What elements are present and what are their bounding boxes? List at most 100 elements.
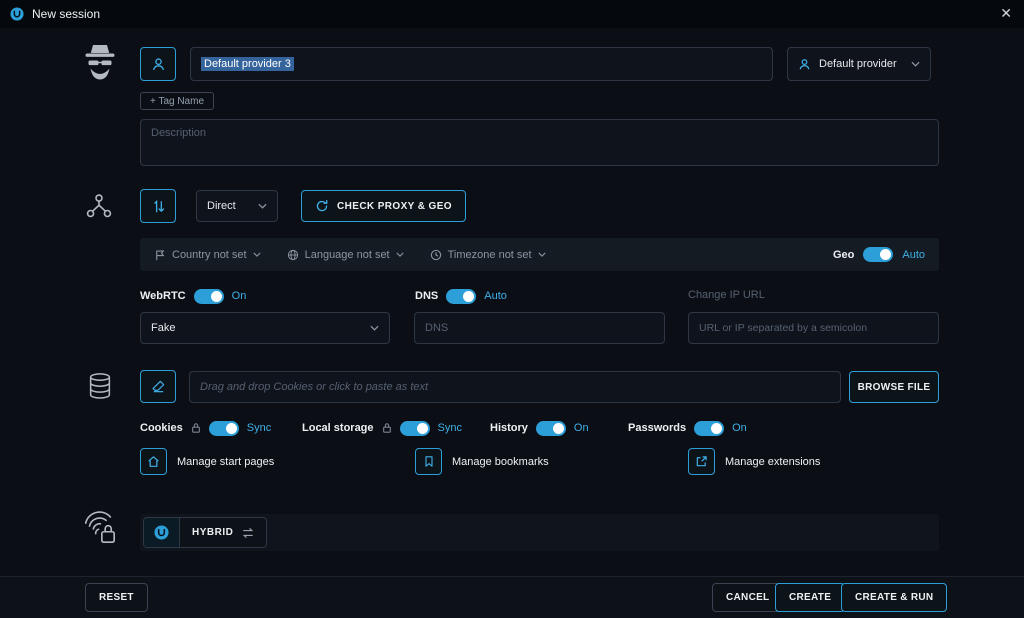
clock-icon bbox=[430, 249, 442, 261]
change-ip-input[interactable] bbox=[688, 312, 939, 344]
session-name-value: Default provider 3 bbox=[201, 57, 294, 71]
dns-toggle-group: DNS Auto bbox=[415, 288, 507, 304]
timezone-select-label: Timezone not set bbox=[448, 249, 532, 261]
cookies-paste-button[interactable] bbox=[140, 370, 176, 403]
dns-input-field[interactable] bbox=[425, 322, 654, 334]
profile-avatar-button[interactable] bbox=[140, 47, 176, 81]
person-icon bbox=[151, 57, 166, 72]
local-storage-toggle-group: Local storage Sync bbox=[302, 420, 462, 436]
lock-icon bbox=[382, 422, 392, 434]
cookies-drop-input[interactable] bbox=[189, 371, 841, 403]
fingerprint-mode-button[interactable]: HYBRID bbox=[143, 517, 267, 548]
flag-icon bbox=[154, 249, 166, 261]
passwords-toggle-group: Passwords On bbox=[628, 420, 747, 436]
reset-label: RESET bbox=[99, 592, 134, 603]
cookies-toggle[interactable] bbox=[209, 421, 239, 436]
proxy-section-icon bbox=[84, 191, 114, 226]
app-logo-icon bbox=[10, 7, 24, 21]
fingerprint-section-icon bbox=[80, 508, 118, 551]
cookies-label: Cookies bbox=[140, 422, 183, 434]
geo-state: Auto bbox=[902, 249, 925, 261]
webrtc-toggle[interactable] bbox=[194, 289, 224, 304]
language-globe-icon bbox=[287, 249, 299, 261]
person-icon bbox=[798, 58, 811, 71]
check-proxy-button[interactable]: CHECK PROXY & GEO bbox=[301, 190, 466, 222]
reset-button[interactable]: RESET bbox=[85, 583, 148, 612]
change-ip-label: Change IP URL bbox=[688, 289, 765, 301]
titlebar: New session ✕ bbox=[0, 0, 1024, 28]
create-run-button[interactable]: CREATE & RUN bbox=[841, 583, 947, 612]
session-name-input[interactable]: Default provider 3 bbox=[190, 47, 773, 81]
add-tag-button[interactable]: + Tag Name bbox=[140, 92, 214, 110]
dialog-footer: RESET CANCEL CREATE CREATE & RUN bbox=[0, 576, 1024, 618]
dns-input[interactable] bbox=[414, 312, 665, 344]
home-icon bbox=[140, 448, 167, 475]
manage-extensions-button[interactable]: Manage extensions bbox=[688, 448, 820, 475]
cookies-state: Sync bbox=[247, 422, 271, 434]
country-select[interactable]: Country not set bbox=[154, 249, 261, 261]
passwords-state: On bbox=[732, 422, 747, 434]
manage-extensions-label: Manage extensions bbox=[725, 456, 820, 468]
add-tag-label: + Tag Name bbox=[150, 96, 204, 107]
lock-icon bbox=[191, 422, 201, 434]
description-textarea[interactable] bbox=[140, 119, 939, 166]
extensions-icon bbox=[688, 448, 715, 475]
chevron-down-icon bbox=[258, 203, 267, 209]
proxy-icon bbox=[151, 199, 166, 214]
cookies-drop-field[interactable] bbox=[200, 381, 830, 393]
dns-state: Auto bbox=[484, 290, 507, 302]
close-icon[interactable]: ✕ bbox=[996, 4, 1016, 22]
chevron-down-icon bbox=[538, 252, 546, 257]
change-ip-input-field[interactable] bbox=[699, 322, 928, 334]
dns-toggle[interactable] bbox=[446, 289, 476, 304]
chevron-down-icon bbox=[396, 252, 404, 257]
create-button[interactable]: CREATE bbox=[775, 583, 845, 612]
history-label: History bbox=[490, 422, 528, 434]
refresh-icon bbox=[315, 199, 329, 213]
manage-start-pages-button[interactable]: Manage start pages bbox=[140, 448, 274, 475]
proxy-mode-label: Direct bbox=[207, 200, 236, 212]
swap-icon bbox=[241, 527, 266, 539]
passwords-label: Passwords bbox=[628, 422, 686, 434]
cookies-toggle-group: Cookies Sync bbox=[140, 420, 271, 436]
browse-file-label: BROWSE FILE bbox=[858, 382, 931, 393]
manage-bookmarks-label: Manage bookmarks bbox=[452, 456, 549, 468]
webrtc-mode-label: Fake bbox=[151, 322, 175, 334]
description-input[interactable] bbox=[151, 127, 928, 159]
timezone-select[interactable]: Timezone not set bbox=[430, 249, 546, 261]
bookmark-icon bbox=[415, 448, 442, 475]
chevron-down-icon bbox=[253, 252, 261, 257]
chevron-down-icon bbox=[911, 61, 920, 67]
provider-select[interactable]: Default provider bbox=[787, 47, 931, 81]
manage-bookmarks-button[interactable]: Manage bookmarks bbox=[415, 448, 549, 475]
dns-label: DNS bbox=[415, 290, 438, 302]
manage-start-pages-label: Manage start pages bbox=[177, 456, 274, 468]
language-select-label: Language not set bbox=[305, 249, 390, 261]
create-label: CREATE bbox=[789, 592, 831, 603]
chevron-down-icon bbox=[370, 325, 379, 331]
eraser-icon bbox=[151, 379, 166, 394]
geo-toggle[interactable] bbox=[863, 247, 893, 262]
language-select[interactable]: Language not set bbox=[287, 249, 404, 261]
history-state: On bbox=[574, 422, 589, 434]
browse-file-button[interactable]: BROWSE FILE bbox=[849, 371, 939, 403]
passwords-toggle[interactable] bbox=[694, 421, 724, 436]
cancel-button[interactable]: CANCEL bbox=[712, 583, 783, 612]
geo-toggle-group: Geo Auto bbox=[833, 247, 925, 262]
fingerprint-bar: HYBRID bbox=[140, 514, 939, 551]
webrtc-label: WebRTC bbox=[140, 290, 186, 302]
provider-select-label: Default provider bbox=[819, 58, 897, 70]
local-storage-state: Sync bbox=[438, 422, 462, 434]
history-toggle[interactable] bbox=[536, 421, 566, 436]
proxy-mode-select[interactable]: Direct bbox=[196, 190, 278, 222]
browser-logo-icon bbox=[144, 517, 180, 548]
history-toggle-group: History On bbox=[490, 420, 589, 436]
geo-settings-bar: Country not set Language not set Timezon… bbox=[140, 238, 939, 271]
check-proxy-label: CHECK PROXY & GEO bbox=[337, 201, 452, 212]
local-storage-toggle[interactable] bbox=[400, 421, 430, 436]
webrtc-mode-select[interactable]: Fake bbox=[140, 312, 390, 344]
cancel-label: CANCEL bbox=[726, 592, 769, 603]
geo-label: Geo bbox=[833, 249, 854, 261]
proxy-type-button[interactable] bbox=[140, 189, 176, 223]
dialog-title: New session bbox=[32, 7, 100, 21]
